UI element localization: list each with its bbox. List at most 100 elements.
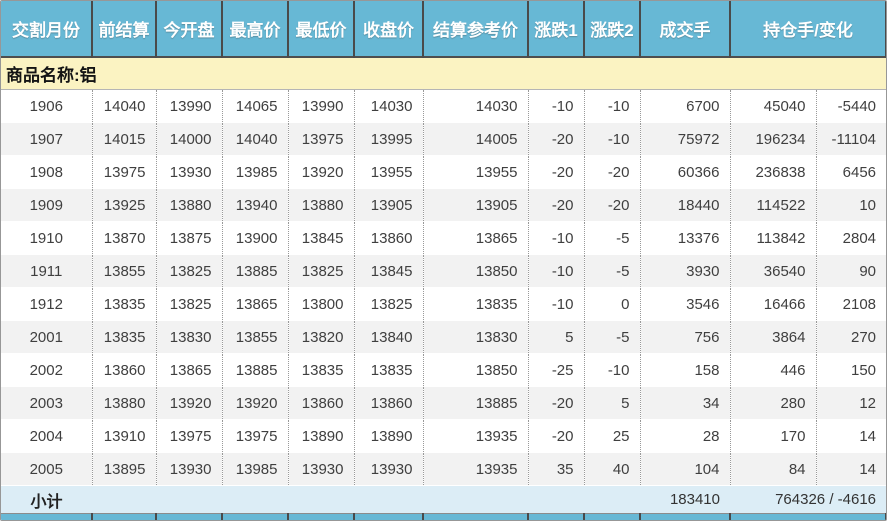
cell-change1: -20 [528,123,584,156]
header-low: 最低价 [288,1,354,57]
cell-close: 13890 [354,420,423,453]
cell-prev-settle: 13860 [92,354,156,387]
cell-change2: -5 [584,255,640,288]
cell-prev-settle: 13910 [92,420,156,453]
cell-open-interest-change: -11104 [816,123,886,156]
subtotal-volume: 183410 [640,486,730,514]
cell-settle-ref: 13885 [423,387,528,420]
cell-low: 13860 [288,387,354,420]
cell-change1: -10 [528,222,584,255]
futures-quote-table: 交割月份 前结算 今开盘 最高价 最低价 收盘价 结算参考价 涨跌1 涨跌2 成… [1,1,887,521]
cell-open-interest: 280 [730,387,816,420]
cell-open: 13875 [156,222,222,255]
cell-close: 13995 [354,123,423,156]
table-row: 2001 13835 13830 13855 13820 13840 13830… [1,321,886,354]
cell-volume: 75972 [640,123,730,156]
cell-volume: 104 [640,453,730,486]
cell-open-interest: 36540 [730,255,816,288]
cell-close: 13955 [354,156,423,189]
cell-open: 13865 [156,354,222,387]
subtotal-row: 小计 183410 764326 / -4616 [1,486,886,514]
cell-change2: -10 [584,354,640,387]
table-row: 2005 13895 13930 13985 13930 13930 13935… [1,453,886,486]
cell-low: 13975 [288,123,354,156]
cell-change2: -20 [584,189,640,222]
table-row: 1906 14040 13990 14065 13990 14030 14030… [1,90,886,123]
cell-high: 13900 [222,222,288,255]
cell-prev-settle: 13835 [92,321,156,354]
subtotal-spacer [92,486,640,514]
cell-prev-settle: 13925 [92,189,156,222]
cell-prev-settle: 13895 [92,453,156,486]
cell-volume: 13376 [640,222,730,255]
cell-open: 13920 [156,387,222,420]
cell-open-interest-change: 2804 [816,222,886,255]
cell-open-interest: 196234 [730,123,816,156]
cell-change1: -25 [528,354,584,387]
header-close: 收盘价 [354,1,423,57]
cell-delivery-month: 1910 [1,222,92,255]
table-row: 1907 14015 14000 14040 13975 13995 14005… [1,123,886,156]
cell-low: 13920 [288,156,354,189]
cell-open-interest: 236838 [730,156,816,189]
data-rows: 1906 14040 13990 14065 13990 14030 14030… [1,90,886,486]
cell-volume: 18440 [640,189,730,222]
cell-open: 13930 [156,453,222,486]
cell-prev-settle: 14015 [92,123,156,156]
cell-delivery-month: 2004 [1,420,92,453]
cell-delivery-month: 2002 [1,354,92,387]
cell-volume: 3930 [640,255,730,288]
cell-change2: -5 [584,222,640,255]
header-settle-ref: 结算参考价 [423,1,528,57]
cell-open-interest-change: 14 [816,453,886,486]
cell-volume: 60366 [640,156,730,189]
cell-high: 13920 [222,387,288,420]
cell-settle-ref: 13835 [423,288,528,321]
cell-change1: -20 [528,387,584,420]
cell-volume: 6700 [640,90,730,123]
header-high: 最高价 [222,1,288,57]
header-prev-settle: 前结算 [92,1,156,57]
cell-settle-ref: 13935 [423,420,528,453]
header-open: 今开盘 [156,1,222,57]
cell-open: 14000 [156,123,222,156]
cell-change1: -20 [528,156,584,189]
cell-open-interest-change: 270 [816,321,886,354]
cell-volume: 34 [640,387,730,420]
cell-open-interest: 16466 [730,288,816,321]
header-delivery-month: 交割月份 [1,1,92,57]
cell-delivery-month: 1911 [1,255,92,288]
cell-settle-ref: 13955 [423,156,528,189]
cell-prev-settle: 13880 [92,387,156,420]
cell-delivery-month: 2003 [1,387,92,420]
cell-open-interest: 114522 [730,189,816,222]
cell-change1: 5 [528,321,584,354]
cell-change2: -20 [584,156,640,189]
cell-delivery-month: 2005 [1,453,92,486]
cell-delivery-month: 1907 [1,123,92,156]
cell-open: 13930 [156,156,222,189]
subtotal-label: 小计 [1,486,92,514]
cell-open-interest-change: 12 [816,387,886,420]
cell-open-interest: 3864 [730,321,816,354]
cell-low: 13800 [288,288,354,321]
cell-close: 13835 [354,354,423,387]
cell-close: 13845 [354,255,423,288]
cell-open-interest-change: -5440 [816,90,886,123]
cell-low: 13820 [288,321,354,354]
cell-prev-settle: 13835 [92,288,156,321]
cell-high: 13940 [222,189,288,222]
cell-settle-ref: 13850 [423,354,528,387]
cell-close: 13860 [354,222,423,255]
cell-prev-settle: 14040 [92,90,156,123]
cell-open: 13990 [156,90,222,123]
cell-open: 13830 [156,321,222,354]
cell-close: 13860 [354,387,423,420]
cell-close: 14030 [354,90,423,123]
cell-open: 13825 [156,255,222,288]
cell-change1: -10 [528,255,584,288]
table-row: 2003 13880 13920 13920 13860 13860 13885… [1,387,886,420]
cell-volume: 28 [640,420,730,453]
cell-open-interest-change: 90 [816,255,886,288]
cell-open-interest-change: 6456 [816,156,886,189]
